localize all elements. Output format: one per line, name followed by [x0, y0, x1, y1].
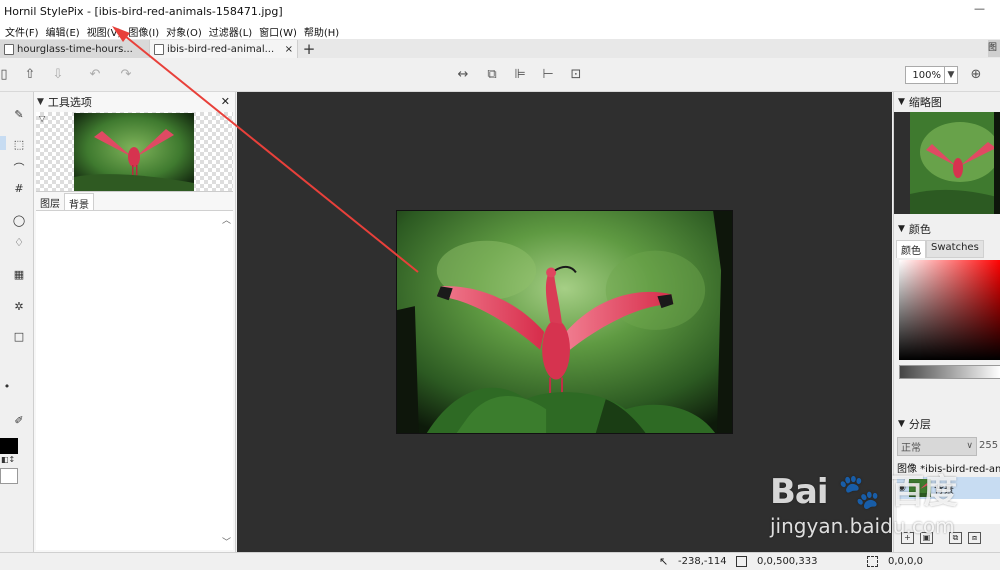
dot-icon[interactable]: •	[0, 380, 14, 394]
tab-background[interactable]: 背景	[64, 193, 94, 211]
zoom-value: 100%	[912, 69, 941, 81]
chevron-down-icon[interactable]: ▽	[39, 114, 45, 123]
chevron-down-icon[interactable]: ∨	[966, 441, 973, 451]
pointer-coords: -238,-114	[678, 556, 727, 567]
distribute-icon[interactable]: ⊢	[540, 67, 556, 83]
panel-toggle-tab[interactable]: 图	[988, 40, 1000, 57]
tab-layer[interactable]: 图层	[36, 193, 64, 210]
dashed-rectangle-icon	[867, 556, 878, 567]
tab-label: hourglass-time-hours...	[17, 43, 133, 55]
menu-filter[interactable]: 过滤器(L)	[207, 24, 257, 39]
color-picker[interactable]	[899, 260, 1000, 360]
thumbnail-header: ▼ 缩略图	[894, 92, 1000, 111]
chevron-down-icon[interactable]: ▼	[898, 224, 905, 234]
foreground-color[interactable]	[0, 438, 18, 454]
shape-icon[interactable]: ◯	[12, 214, 26, 228]
menu-object[interactable]: 对象(O)	[164, 24, 207, 39]
preview-image	[74, 113, 194, 191]
zoom-select[interactable]: 100% ▼	[905, 66, 958, 84]
menu-bar: 文件(F) 编辑(E) 视图(V) 图像(I) 对象(O) 过滤器(L) 窗口(…	[0, 22, 1000, 40]
menu-file[interactable]: 文件(F)	[3, 24, 44, 39]
close-icon[interactable]: ✕	[221, 95, 230, 108]
flip-horizontal-icon[interactable]: ↔	[455, 67, 471, 83]
extra-coords: 0,0,0,0	[888, 556, 923, 567]
background-color[interactable]	[0, 468, 18, 484]
pointer-icon: ↖	[659, 555, 669, 568]
align-left-icon[interactable]: ⊫	[512, 67, 528, 83]
chevron-down-icon[interactable]: ▼	[898, 97, 905, 107]
tab-label: ibis-bird-red-animal...	[167, 43, 275, 55]
thumbnail-image[interactable]	[910, 112, 1000, 214]
layers-header: ▼ 分层	[894, 414, 1000, 433]
rectangle-icon[interactable]: □	[12, 330, 26, 344]
open-icon[interactable]: ▯	[0, 67, 12, 83]
window-title: Hornil StylePix - [ibis-bird-red-animals…	[4, 4, 283, 18]
export-icon[interactable]: ⇧	[22, 67, 38, 83]
watermark-url: jingyan.baidu.com	[770, 514, 955, 538]
import-icon[interactable]: ⇩	[50, 67, 66, 83]
tool-options-panel: ▼ 工具选项 ✕ ▽ 图层 背景 ︿ ﹀	[33, 92, 236, 552]
baidu-logo: Bai 🐾 百度	[770, 472, 958, 512]
menu-view[interactable]: 视图(V)	[85, 24, 127, 39]
scroll-up-icon[interactable]: ︿	[222, 213, 231, 226]
scroll-down-icon[interactable]: ﹀	[222, 535, 231, 548]
document-tabs: hourglass-time-hours... ibis-bird-red-an…	[0, 39, 1000, 58]
add-tab-icon[interactable]: +	[300, 40, 318, 58]
panel-title: 工具选项	[47, 95, 92, 109]
tool-highlight	[0, 136, 6, 150]
chevron-down-icon[interactable]: ▼	[37, 97, 44, 107]
eyedropper-icon[interactable]: ✐	[12, 414, 26, 428]
menu-window[interactable]: 窗口(W)	[257, 24, 302, 39]
color-title: 颜色	[908, 222, 931, 236]
chevron-down-icon[interactable]: ▼	[898, 419, 905, 429]
tool-options-body: ︿ ﹀	[36, 210, 233, 550]
layer-preview: ▽	[36, 112, 233, 192]
swap-colors-icon[interactable]: ◧↕	[1, 455, 15, 464]
zoom-in-icon[interactable]: ⊕	[968, 67, 984, 83]
menu-help[interactable]: 帮助(H)	[302, 24, 344, 39]
pattern-icon[interactable]: ▦	[12, 268, 26, 282]
ibis-photo[interactable]	[396, 210, 733, 434]
watermark: Bai 🐾 百度 jingyan.baidu.com	[770, 462, 995, 552]
paperclip-icon[interactable]: ✎	[12, 108, 26, 122]
document-icon	[154, 43, 164, 55]
tab-color[interactable]: 颜色	[896, 240, 926, 258]
tab-hourglass[interactable]: hourglass-time-hours...	[0, 40, 150, 58]
document-icon	[4, 43, 14, 55]
menu-image[interactable]: 图像(I)	[126, 24, 164, 39]
gear-icon[interactable]: ✲	[12, 300, 26, 314]
title-bar: Hornil StylePix - [ibis-bird-red-animals…	[0, 0, 1000, 22]
rect-select-icon[interactable]: ⬚	[12, 138, 26, 152]
thumbnail-title: 缩略图	[908, 95, 942, 109]
blend-mode-value: 正常	[901, 443, 921, 454]
crop-icon[interactable]: #	[12, 182, 26, 196]
panel-header: ▼ 工具选项 ✕	[34, 92, 235, 111]
tab-ibis[interactable]: ibis-bird-red-animal... ×	[150, 40, 298, 58]
status-bar: ↖ -238,-114 0,0,500,333 0,0,0,0	[0, 552, 1000, 570]
fill-icon[interactable]: ♢	[12, 236, 26, 250]
alpha-slider[interactable]	[899, 365, 1000, 379]
selection-coords: 0,0,500,333	[757, 556, 818, 567]
lasso-icon[interactable]: ⌒	[12, 162, 26, 176]
close-icon[interactable]: ×	[285, 44, 293, 55]
blend-mode-select[interactable]: 正常 ∨	[897, 437, 977, 456]
layers-title: 分层	[908, 417, 931, 431]
rectangle-icon	[736, 556, 747, 567]
opacity-value[interactable]: 255	[979, 440, 998, 451]
arrange-icon[interactable]: ⧉	[484, 67, 500, 83]
toolbox: ✎ ⬚ ⌒ # ◯ ♢ ▦ ✲ □ • ✐ ◧↕	[0, 92, 33, 552]
main-toolbar: ▯ ⇧ ⇩ ↶ ↷ ↔ ⧉ ⊫ ⊢ ⊡ 100% ▼ ⊕	[0, 58, 1000, 92]
undo-icon[interactable]: ↶	[87, 67, 103, 83]
redo-icon[interactable]: ↷	[118, 67, 134, 83]
tab-swatches[interactable]: Swatches	[926, 240, 984, 258]
minimize-icon[interactable]: —	[974, 2, 986, 16]
color-tabs: 颜色 Swatches	[896, 240, 984, 258]
chevron-down-icon[interactable]: ▼	[944, 67, 957, 83]
menu-edit[interactable]: 编辑(E)	[44, 24, 85, 39]
thumbnail-strip	[894, 112, 910, 214]
tool-subtabs: 图层 背景	[36, 193, 94, 211]
color-header: ▼ 颜色	[894, 219, 1000, 238]
canvas-size-icon[interactable]: ⊡	[568, 67, 584, 83]
